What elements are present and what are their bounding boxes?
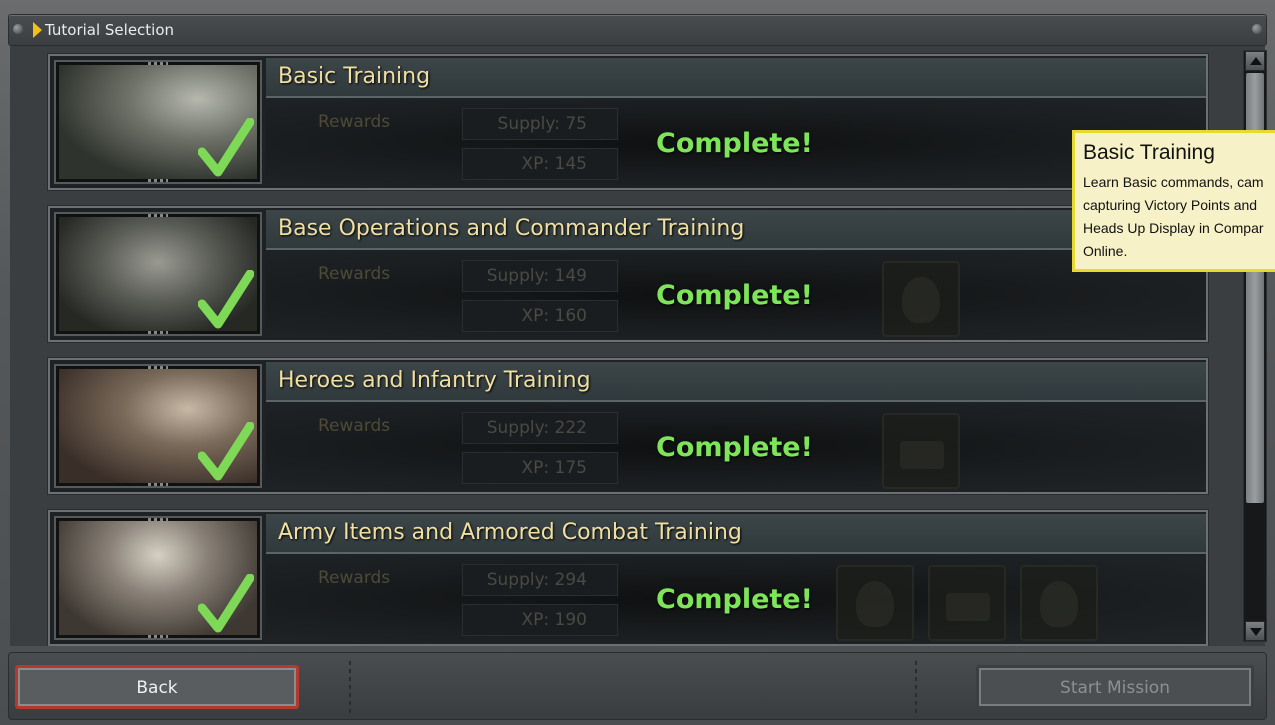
- back-button-label: Back: [136, 678, 178, 698]
- window-title: Tutorial Selection: [45, 21, 175, 39]
- mission-body: Rewards Supply: 222 XP: 175 Complete!: [266, 404, 1206, 490]
- frame-dots: [148, 366, 168, 369]
- mission-card-army-items-armored[interactable]: Army Items and Armored Combat Training R…: [48, 510, 1208, 646]
- frame-dots: [148, 214, 168, 217]
- start-mission-button[interactable]: Start Mission: [976, 665, 1254, 709]
- frame-dots: [148, 483, 168, 486]
- mission-card-base-operations[interactable]: Base Operations and Commander Training R…: [48, 206, 1208, 342]
- frame-dots: [148, 518, 168, 521]
- mission-title-bar: Heroes and Infantry Training: [266, 362, 1206, 402]
- frame-dots: [148, 331, 168, 334]
- checkmark-icon: [198, 574, 254, 633]
- rewards-label: Rewards: [318, 568, 391, 588]
- supply-reward: Supply: 294: [462, 564, 618, 596]
- mission-card-heroes-infantry[interactable]: Heroes and Infantry Training Rewards Sup…: [48, 358, 1208, 494]
- commander-unlock-icon: [882, 261, 960, 337]
- mission-title: Basic Training: [278, 64, 431, 89]
- divider: [915, 661, 917, 713]
- mission-title: Army Items and Armored Combat Training: [278, 520, 742, 545]
- complete-status: Complete!: [656, 128, 813, 159]
- checkmark-icon: [198, 118, 254, 177]
- supply-reward: Supply: 222: [462, 412, 618, 444]
- mission-thumbnail: [54, 364, 262, 488]
- tank-unlock-icon: [882, 413, 960, 489]
- mission-card-basic-training[interactable]: Basic Training Rewards Supply: 75 XP: 14…: [48, 54, 1208, 190]
- complete-status: Complete!: [656, 584, 813, 615]
- rewards-label: Rewards: [318, 416, 391, 436]
- mission-title-bar: Army Items and Armored Combat Training: [266, 514, 1206, 554]
- rewards-label: Rewards: [318, 112, 391, 132]
- complete-status: Complete!: [656, 432, 813, 463]
- checkmark-icon: [198, 422, 254, 481]
- xp-reward: XP: 190: [462, 604, 618, 636]
- checkmark-icon: [198, 270, 254, 329]
- mission-thumbnail: [54, 60, 262, 184]
- tooltip-title: Basic Training: [1083, 141, 1215, 164]
- rewards-label: Rewards: [318, 264, 391, 284]
- supply-reward: Supply: 149: [462, 260, 618, 292]
- start-mission-button-label: Start Mission: [1060, 678, 1170, 698]
- frame-dots: [148, 179, 168, 182]
- rivet-icon: [1252, 24, 1262, 34]
- scroll-up-icon[interactable]: [1245, 51, 1265, 71]
- supply-reward: Supply: 75: [462, 108, 618, 140]
- mission-body: Rewards Supply: 75 XP: 145 Complete!: [266, 100, 1206, 186]
- engineer-unlock-icon: [1020, 565, 1098, 641]
- mission-title-bar: Basic Training: [266, 58, 1206, 98]
- mission-body: Rewards Supply: 294 XP: 190 Complete!: [266, 556, 1206, 642]
- mission-tooltip: Basic Training Learn Basic commands, cam…: [1072, 130, 1275, 272]
- arrow-right-icon: [33, 22, 42, 38]
- tank-unlock-icon: [928, 565, 1006, 641]
- xp-reward: XP: 145: [462, 148, 618, 180]
- title-bar: Tutorial Selection: [8, 14, 1267, 46]
- mission-thumbnail: [54, 516, 262, 640]
- soldier-unlock-icon: [836, 565, 914, 641]
- mission-body: Rewards Supply: 149 XP: 160 Complete!: [266, 252, 1206, 338]
- complete-status: Complete!: [656, 280, 813, 311]
- xp-reward: XP: 160: [462, 300, 618, 332]
- mission-title: Heroes and Infantry Training: [278, 368, 591, 393]
- rivet-icon: [13, 24, 23, 34]
- xp-reward: XP: 175: [462, 452, 618, 484]
- divider: [349, 661, 351, 713]
- mission-title-bar: Base Operations and Commander Training: [266, 210, 1206, 250]
- frame-dots: [148, 635, 168, 638]
- tooltip-description: Learn Basic commands, cam capturing Vict…: [1083, 174, 1264, 259]
- mission-title: Base Operations and Commander Training: [278, 216, 745, 241]
- scroll-down-icon[interactable]: [1245, 621, 1265, 641]
- frame-dots: [148, 62, 168, 65]
- back-button[interactable]: Back: [15, 665, 299, 709]
- mission-thumbnail: [54, 212, 262, 336]
